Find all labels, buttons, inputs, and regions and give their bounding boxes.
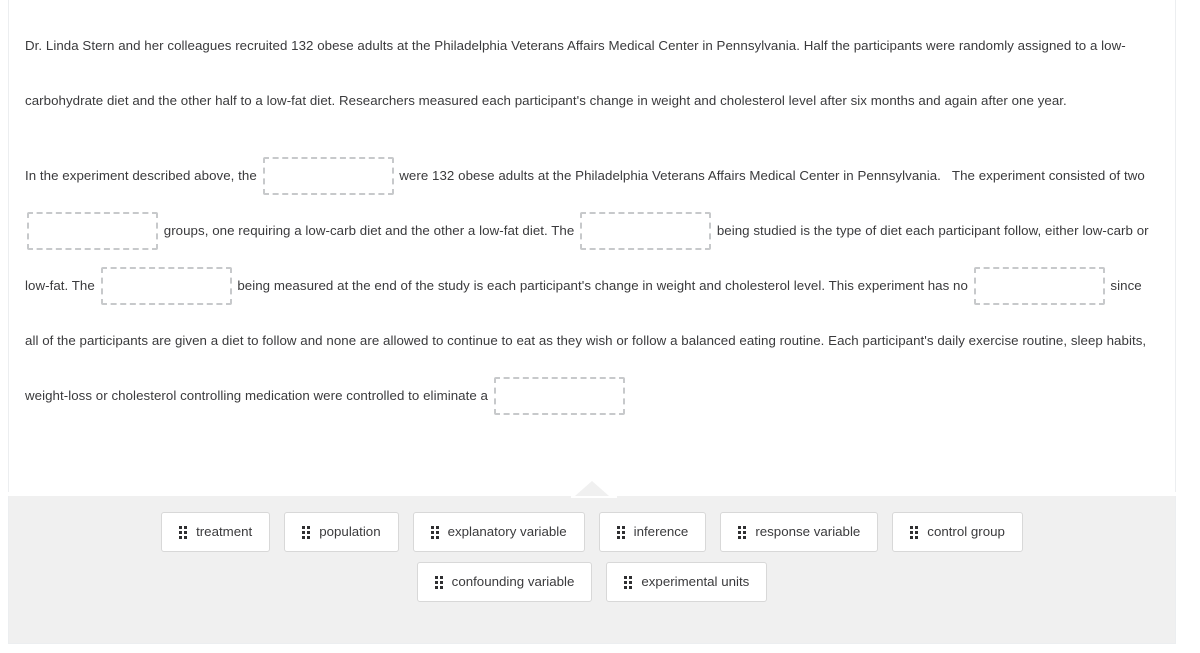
question-card: Dr. Linda Stern and her colleagues recru… xyxy=(8,0,1176,492)
drag-handle-icon xyxy=(738,525,747,539)
answer-chip-label: explanatory variable xyxy=(447,524,567,540)
answer-chip-explanatory-variable[interactable]: explanatory variable xyxy=(412,512,585,552)
fill-text-segment-1: In the experiment described above, the xyxy=(25,168,261,183)
answer-chip-population[interactable]: population xyxy=(284,512,399,552)
fill-text-segment-2: were 132 obese adults at the Philadelphi… xyxy=(395,168,1149,183)
answer-chip-row-2: confounding variable experimental units xyxy=(9,562,1175,602)
answer-chip-label: inference xyxy=(633,524,689,540)
scenario-paragraph: Dr. Linda Stern and her colleagues recru… xyxy=(25,16,1153,128)
drag-handle-icon xyxy=(179,525,188,539)
drag-handle-icon xyxy=(624,575,633,589)
dropzone-blank-4[interactable] xyxy=(100,267,232,306)
dropzone-blank-2[interactable] xyxy=(27,212,158,251)
answer-chip-label: confounding variable xyxy=(451,574,575,590)
answer-chip-treatment[interactable]: treatment xyxy=(161,512,271,552)
dropzone-blank-3[interactable] xyxy=(580,212,712,251)
drag-handle-icon xyxy=(616,525,625,539)
drag-handle-icon xyxy=(910,525,919,539)
fill-in-paragraph: In the experiment described above, the w… xyxy=(25,128,1153,423)
answer-chip-label: population xyxy=(319,524,381,540)
fill-text-segment-5: being measured at the end of the study i… xyxy=(233,278,972,293)
answer-chip-label: control group xyxy=(927,524,1005,540)
answer-tray: treatment population explanatory variabl… xyxy=(8,496,1176,644)
answer-chip-label: treatment xyxy=(196,524,253,540)
dropzone-blank-6[interactable] xyxy=(493,377,625,416)
answer-chip-label: experimental units xyxy=(641,574,750,590)
dropzone-blank-5[interactable] xyxy=(973,267,1105,306)
answer-chip-response-variable[interactable]: response variable xyxy=(720,512,879,552)
drag-handle-icon xyxy=(434,575,443,589)
answer-chip-inference[interactable]: inference xyxy=(598,512,707,552)
answer-chip-row-1: treatment population explanatory variabl… xyxy=(9,512,1175,552)
answer-chip-confounding-variable[interactable]: confounding variable xyxy=(416,562,593,602)
scenario-text: Dr. Linda Stern and her colleagues recru… xyxy=(25,38,1126,108)
fill-text-segment-3: groups, one requiring a low-carb diet an… xyxy=(160,223,579,238)
drag-handle-icon xyxy=(430,525,439,539)
question-screen: Dr. Linda Stern and her colleagues recru… xyxy=(0,0,1200,653)
answer-chip-experimental-units[interactable]: experimental units xyxy=(606,562,768,602)
answer-chip-control-group[interactable]: control group xyxy=(892,512,1023,552)
dropzone-blank-1[interactable] xyxy=(262,157,394,196)
tray-pointer-arrow xyxy=(575,481,609,496)
drag-handle-icon xyxy=(302,525,311,539)
answer-chip-label: response variable xyxy=(755,524,861,540)
